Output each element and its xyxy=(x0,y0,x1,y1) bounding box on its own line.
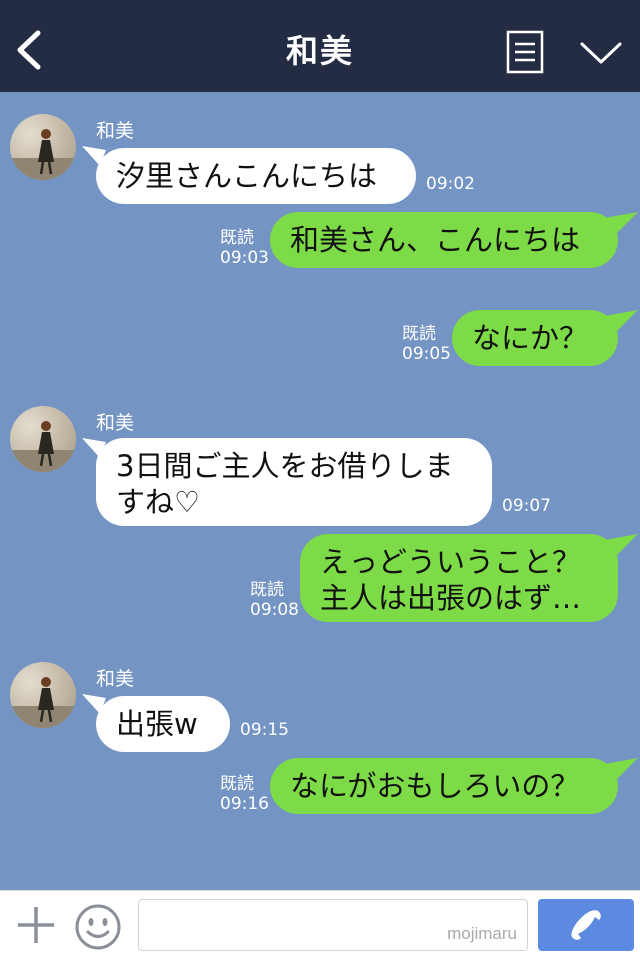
read-receipt: 既読 xyxy=(402,324,436,344)
message-line: すね♡ xyxy=(116,485,200,519)
phone-icon xyxy=(571,910,601,940)
message-bubble[interactable]: なにがおもしろいの？ xyxy=(270,758,618,814)
message-line: 主人は出張のはず… xyxy=(320,581,582,615)
chat-title: 和美 xyxy=(285,32,354,70)
message-time: 09:05 xyxy=(402,344,451,364)
call-button[interactable] xyxy=(538,899,634,951)
message-time: 09:02 xyxy=(426,174,475,194)
read-receipt: 既読 xyxy=(250,580,284,600)
bubble-tail xyxy=(604,758,638,784)
plus-icon[interactable] xyxy=(14,903,58,947)
avatar[interactable] xyxy=(10,114,76,180)
input-bar: mojimaru xyxy=(0,890,640,961)
avatar[interactable] xyxy=(10,406,76,472)
message-time: 09:07 xyxy=(502,496,551,516)
bubble-tail xyxy=(604,534,638,560)
chevron-down-icon[interactable] xyxy=(578,38,624,68)
message-bubble[interactable]: 3日間ご主人をお借りしま すね♡ xyxy=(96,438,492,526)
message-time: 09:08 xyxy=(250,600,299,620)
bubble-tail xyxy=(604,212,638,238)
message-time: 09:03 xyxy=(220,248,269,268)
message-bubble[interactable]: 和美さん、こんにちは xyxy=(270,212,618,268)
message-line: えっどういうこと？ xyxy=(320,545,582,579)
read-receipt: 既読 xyxy=(220,774,254,794)
bubble-tail xyxy=(604,310,638,336)
message-time: 09:16 xyxy=(220,794,269,814)
chat-area[interactable]: 和美 汐里さんこんにちは 09:02 既読 09:03 和美さん、こんにちは 既… xyxy=(0,92,640,890)
read-receipt: 既読 xyxy=(220,228,254,248)
message-time: 09:15 xyxy=(240,720,289,740)
chat-header: 和美 xyxy=(0,0,640,92)
sender-name: 和美 xyxy=(96,668,135,690)
emoji-icon[interactable] xyxy=(74,903,122,951)
avatar-photo xyxy=(10,129,76,180)
message-input[interactable]: mojimaru xyxy=(138,899,528,951)
message-bubble[interactable]: 汐里さんこんにちは xyxy=(96,148,416,204)
message-bubble[interactable]: 出張w xyxy=(96,696,230,752)
sender-name: 和美 xyxy=(96,412,135,434)
watermark: mojimaru xyxy=(447,924,517,943)
menu-icon[interactable] xyxy=(506,30,544,74)
message-bubble[interactable]: えっどういうこと？ 主人は出張のはず… xyxy=(300,534,618,622)
avatar-photo xyxy=(10,677,76,728)
avatar[interactable] xyxy=(10,662,76,728)
message-bubble[interactable]: なにか？ xyxy=(452,310,618,366)
sender-name: 和美 xyxy=(96,120,135,142)
message-line: 3日間ご主人をお借りしま xyxy=(116,449,454,483)
avatar-photo xyxy=(10,421,76,472)
